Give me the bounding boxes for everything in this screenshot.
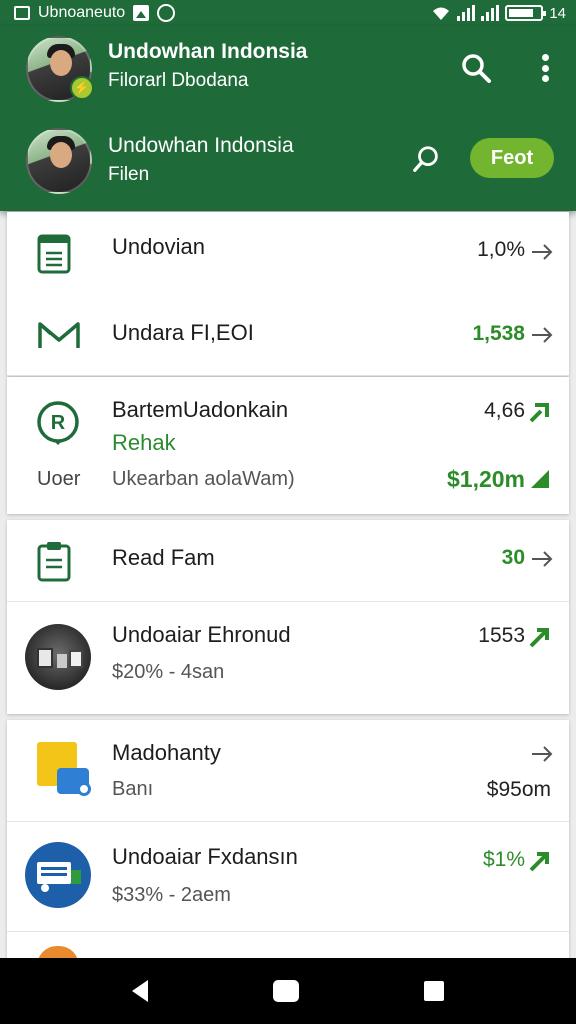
more-options-icon[interactable] [542,54,550,82]
row-title: Undara FI,EOI [112,320,254,345]
feed-button[interactable]: Feot [470,138,554,178]
account-row: ⚡ Undowhan Indonsia Filorarl Dbodana [0,28,576,108]
row-title: Undovian [112,234,205,259]
search-icon[interactable] [412,144,442,174]
finance-card: Madohanty Banı $95om Undoaiar Fxdansın $… [7,720,569,966]
svg-text:R: R [51,412,66,434]
row-title: Undoaiar Ehronud [112,622,291,647]
search-icon[interactable] [460,52,492,84]
product-photo-icon [25,624,91,690]
list-item[interactable]: Undoaiar Ehronud $20% - 4san 1553 [7,602,569,714]
row-value: 1553 [478,624,525,647]
row-subtitle: $20% - 4san [112,661,225,683]
row-detail: Ukearban aolaWam) [112,468,295,490]
row-left-label: Uoer [37,468,81,490]
trend-up-icon [531,470,549,488]
status-bar: Ubnoaneuto 14 [0,0,576,26]
home-icon[interactable] [272,980,299,1002]
row-subtitle: Rehak [112,430,176,455]
signal-icon [457,5,476,21]
list-item[interactable]: Madohanty Banı $95om [7,720,569,822]
list-item[interactable]: Undovian 1,0% [7,212,569,296]
profile-avatar[interactable] [26,128,92,194]
summary-card: Undovian 1,0% Undara FI,EOI 1,538 [7,212,569,376]
profile-subtitle: Filen [108,164,150,185]
location-card[interactable]: R BartemUadonkain Rehak 4,66 Uoer Ukearb… [7,377,569,514]
row-title: Madohanty [112,740,221,765]
list-item[interactable]: Undoaiar Fxdansın $33% - 2aem $1% [7,822,569,932]
row-value: 1,0% [477,238,525,261]
arrow-right-icon[interactable] [531,327,553,343]
notification-icon [14,6,30,20]
list-item[interactable]: Undara FI,EOI 1,538 [7,296,569,376]
app-bar: ⚡ Undowhan Indonsia Filorarl Dbodana Und… [0,26,576,211]
row-title: Undoaiar Fxdansın [112,844,298,869]
image-notification-icon [133,5,150,21]
lightning-badge-icon: ⚡ [70,76,94,100]
profile-row: Undowhan Indonsia Filen Feot [0,122,576,202]
chart-line-icon [38,322,80,348]
account-title: Undowhan Indonsia [108,40,308,63]
row-value: 1,538 [472,322,525,345]
row-value: 4,66 [484,399,525,422]
row-title: BartemUadonkain [112,397,289,422]
activity-card: Read Fam 30 Undoaiar Ehronud $20% - 4san… [7,520,569,714]
signal-2-icon [481,5,500,21]
row-subtitle: Banı [112,778,154,800]
recents-icon[interactable] [423,981,444,1001]
delivery-truck-icon [25,842,91,908]
account-subtitle: Filorarl Dbodana [108,70,249,91]
list-item[interactable]: Read Fam 30 [7,520,569,602]
row-subtitle: $33% - 2aem [112,884,231,906]
wallet-cards-icon [37,742,93,798]
row-value: 30 [501,546,525,569]
profile-title: Undowhan Indonsia [108,134,294,157]
document-icon [37,234,71,274]
row-title: Read Fam [112,545,215,570]
battery-icon [505,5,547,21]
status-left-text: Ubnoaneuto [38,4,126,21]
location-pin-icon: R [37,401,79,445]
back-icon[interactable] [132,980,149,1002]
trend-up-icon [529,403,549,423]
row-detail-value: $1,20m [446,466,525,492]
navigation-bar [0,958,576,1024]
sync-icon [157,4,176,22]
clipboard-icon [37,542,71,582]
trend-up-icon [529,852,549,872]
row-value: $1% [482,848,525,871]
battery-level: 14 [549,4,566,22]
arrow-right-icon[interactable] [531,746,553,762]
arrow-right-icon[interactable] [531,244,553,260]
arrow-right-icon[interactable] [531,551,553,567]
wifi-icon [433,7,450,20]
trend-up-icon [529,628,549,648]
row-value: $95om [486,778,551,801]
